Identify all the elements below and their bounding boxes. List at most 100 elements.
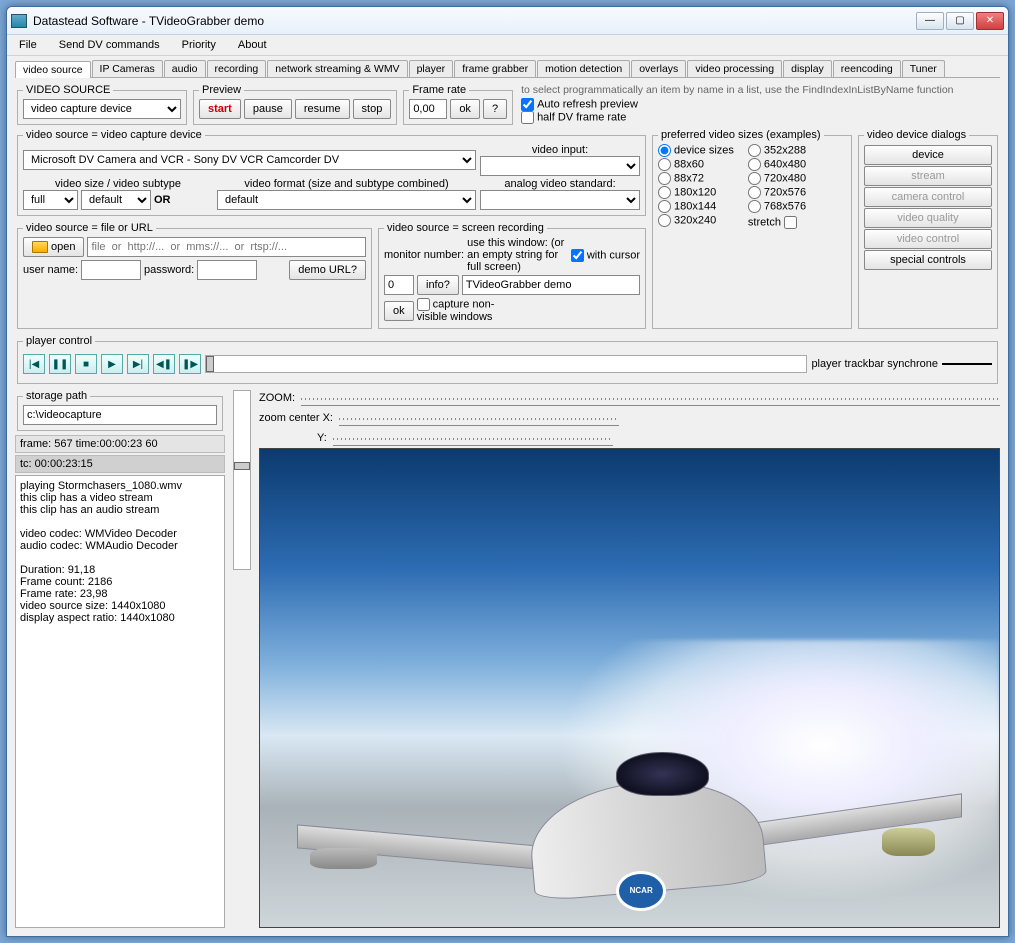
videoinput-select[interactable] — [480, 156, 640, 176]
username-label: user name: — [23, 264, 78, 276]
size-opt[interactable]: 352x288 — [748, 144, 806, 157]
analog-select[interactable] — [480, 190, 640, 210]
vertical-slider[interactable] — [233, 390, 251, 570]
size-opt[interactable]: 320x240 — [658, 214, 734, 227]
size-opt[interactable]: 720x480 — [748, 172, 806, 185]
tab-audio[interactable]: audio — [164, 60, 206, 77]
size-opt[interactable]: 88x72 — [658, 172, 734, 185]
resume-button[interactable]: resume — [295, 99, 350, 119]
stop-icon[interactable]: ■ — [75, 354, 97, 374]
framerate-legend: Frame rate — [409, 84, 469, 96]
subtype-select[interactable]: default — [81, 190, 151, 210]
halfdv-check[interactable]: half DV frame rate — [521, 111, 626, 124]
quality-button[interactable]: video quality — [864, 208, 992, 228]
framerate-help[interactable]: ? — [483, 99, 507, 119]
framerate-ok[interactable]: ok — [450, 99, 480, 119]
tab-player[interactable]: player — [409, 60, 454, 77]
plane-badge: NCAR — [616, 871, 666, 911]
rewind-start-icon[interactable]: |◀ — [23, 354, 45, 374]
video-source-select[interactable]: video capture device — [23, 99, 181, 119]
hint-text: to select programmatically an item by na… — [521, 84, 996, 96]
log-panel: playing Stormchasers_1080.wmv this clip … — [15, 475, 225, 928]
camera-button[interactable]: camera control — [864, 187, 992, 207]
tab-processing[interactable]: video processing — [687, 60, 782, 77]
menu-about[interactable]: About — [234, 37, 271, 53]
zoom-x-track[interactable] — [339, 410, 619, 426]
video-source-legend: VIDEO SOURCE — [23, 84, 113, 96]
open-button[interactable]: open — [23, 237, 84, 257]
username-input[interactable] — [81, 260, 141, 280]
size-label: video size / video subtype — [23, 178, 213, 190]
nonvisible-check[interactable]: capture non-visible windows — [417, 298, 517, 323]
format-select[interactable]: default — [217, 190, 476, 210]
size-opt[interactable]: 768x576 — [748, 200, 806, 213]
minimize-button[interactable]: — — [916, 12, 944, 30]
zoom-y-track[interactable] — [333, 430, 613, 446]
autorefresh-check[interactable]: Auto refresh preview — [521, 98, 638, 111]
special-button[interactable]: special controls — [864, 250, 992, 270]
menu-priority[interactable]: Priority — [178, 37, 220, 53]
tab-network[interactable]: network streaming & WMV — [267, 60, 407, 77]
zoom-track[interactable] — [301, 390, 1000, 406]
window-name-input[interactable] — [462, 275, 640, 295]
menu-senddv[interactable]: Send DV commands — [55, 37, 164, 53]
stream-button[interactable]: stream — [864, 166, 992, 186]
password-input[interactable] — [197, 260, 257, 280]
device-select[interactable]: Microsoft DV Camera and VCR - Sony DV VC… — [23, 150, 476, 170]
tab-ip-cameras[interactable]: IP Cameras — [92, 60, 163, 77]
device-button[interactable]: device — [864, 145, 992, 165]
frame-fwd-icon[interactable]: ❚▶ — [179, 354, 201, 374]
tab-reencoding[interactable]: reencoding — [833, 60, 901, 77]
size-opt[interactable]: 88x60 — [658, 158, 734, 171]
dialogs-group: video device dialogs device stream camer… — [858, 129, 998, 329]
tab-bar: video source IP Cameras audio recording … — [15, 60, 1000, 78]
close-button[interactable]: ✕ — [976, 12, 1004, 30]
screen-ok-button[interactable]: ok — [384, 301, 414, 321]
tab-tuner[interactable]: Tuner — [902, 60, 945, 77]
info-button[interactable]: info? — [417, 275, 459, 295]
frame-status: frame: 567 time:00:00:23 60 — [15, 435, 225, 453]
stretch-check[interactable]: stretch — [748, 216, 806, 229]
main-window: Datastead Software - TVideoGrabber demo … — [6, 6, 1009, 937]
monitor-input[interactable] — [384, 275, 414, 295]
player-trackbar[interactable] — [205, 355, 807, 373]
tab-motion[interactable]: motion detection — [537, 60, 630, 77]
window-title: Datastead Software - TVideoGrabber demo — [33, 14, 916, 28]
pause-icon[interactable]: ❚❚ — [49, 354, 71, 374]
titlebar[interactable]: Datastead Software - TVideoGrabber demo … — [7, 7, 1008, 35]
size-opt[interactable]: 640x480 — [748, 158, 806, 171]
tab-video-source[interactable]: video source — [15, 61, 91, 78]
pause-button[interactable]: pause — [244, 99, 292, 119]
stop-button[interactable]: stop — [353, 99, 392, 119]
fileurl-legend: video source = file or URL — [23, 222, 156, 234]
skip-end-icon[interactable]: ▶| — [127, 354, 149, 374]
capture-device-group: video source = video capture device Micr… — [17, 129, 646, 216]
demourl-button[interactable]: demo URL? — [289, 260, 366, 280]
preview-legend: Preview — [199, 84, 244, 96]
framerate-input[interactable] — [409, 99, 447, 119]
menu-file[interactable]: File — [15, 37, 41, 53]
url-input[interactable] — [87, 237, 366, 257]
control-button[interactable]: video control — [864, 229, 992, 249]
zoom-cy-label: Y: — [317, 432, 327, 444]
storage-input[interactable] — [23, 405, 217, 425]
withcursor-check[interactable]: with cursor — [571, 249, 640, 262]
monitor-label: monitor number: — [384, 249, 464, 261]
tab-recording[interactable]: recording — [207, 60, 267, 77]
frame-back-icon[interactable]: ◀❚ — [153, 354, 175, 374]
size-opt[interactable]: 180x144 — [658, 200, 734, 213]
tab-frame-grabber[interactable]: frame grabber — [454, 60, 536, 77]
sync-label: player trackbar synchrone — [811, 358, 938, 370]
fileurl-group: video source = file or URL open user nam… — [17, 222, 372, 329]
tab-display[interactable]: display — [783, 60, 832, 77]
start-button[interactable]: start — [199, 99, 241, 119]
video-source-group: VIDEO SOURCE video capture device — [17, 84, 187, 125]
tab-overlays[interactable]: overlays — [631, 60, 686, 77]
size-opt[interactable]: 720x576 — [748, 186, 806, 199]
play-icon[interactable]: ▶ — [101, 354, 123, 374]
size-opt[interactable]: device sizes — [658, 144, 734, 157]
size-select[interactable]: full — [23, 190, 78, 210]
size-opt[interactable]: 180x120 — [658, 186, 734, 199]
usewin-label: use this window: (or an empty string for… — [467, 237, 568, 273]
maximize-button[interactable]: ▢ — [946, 12, 974, 30]
